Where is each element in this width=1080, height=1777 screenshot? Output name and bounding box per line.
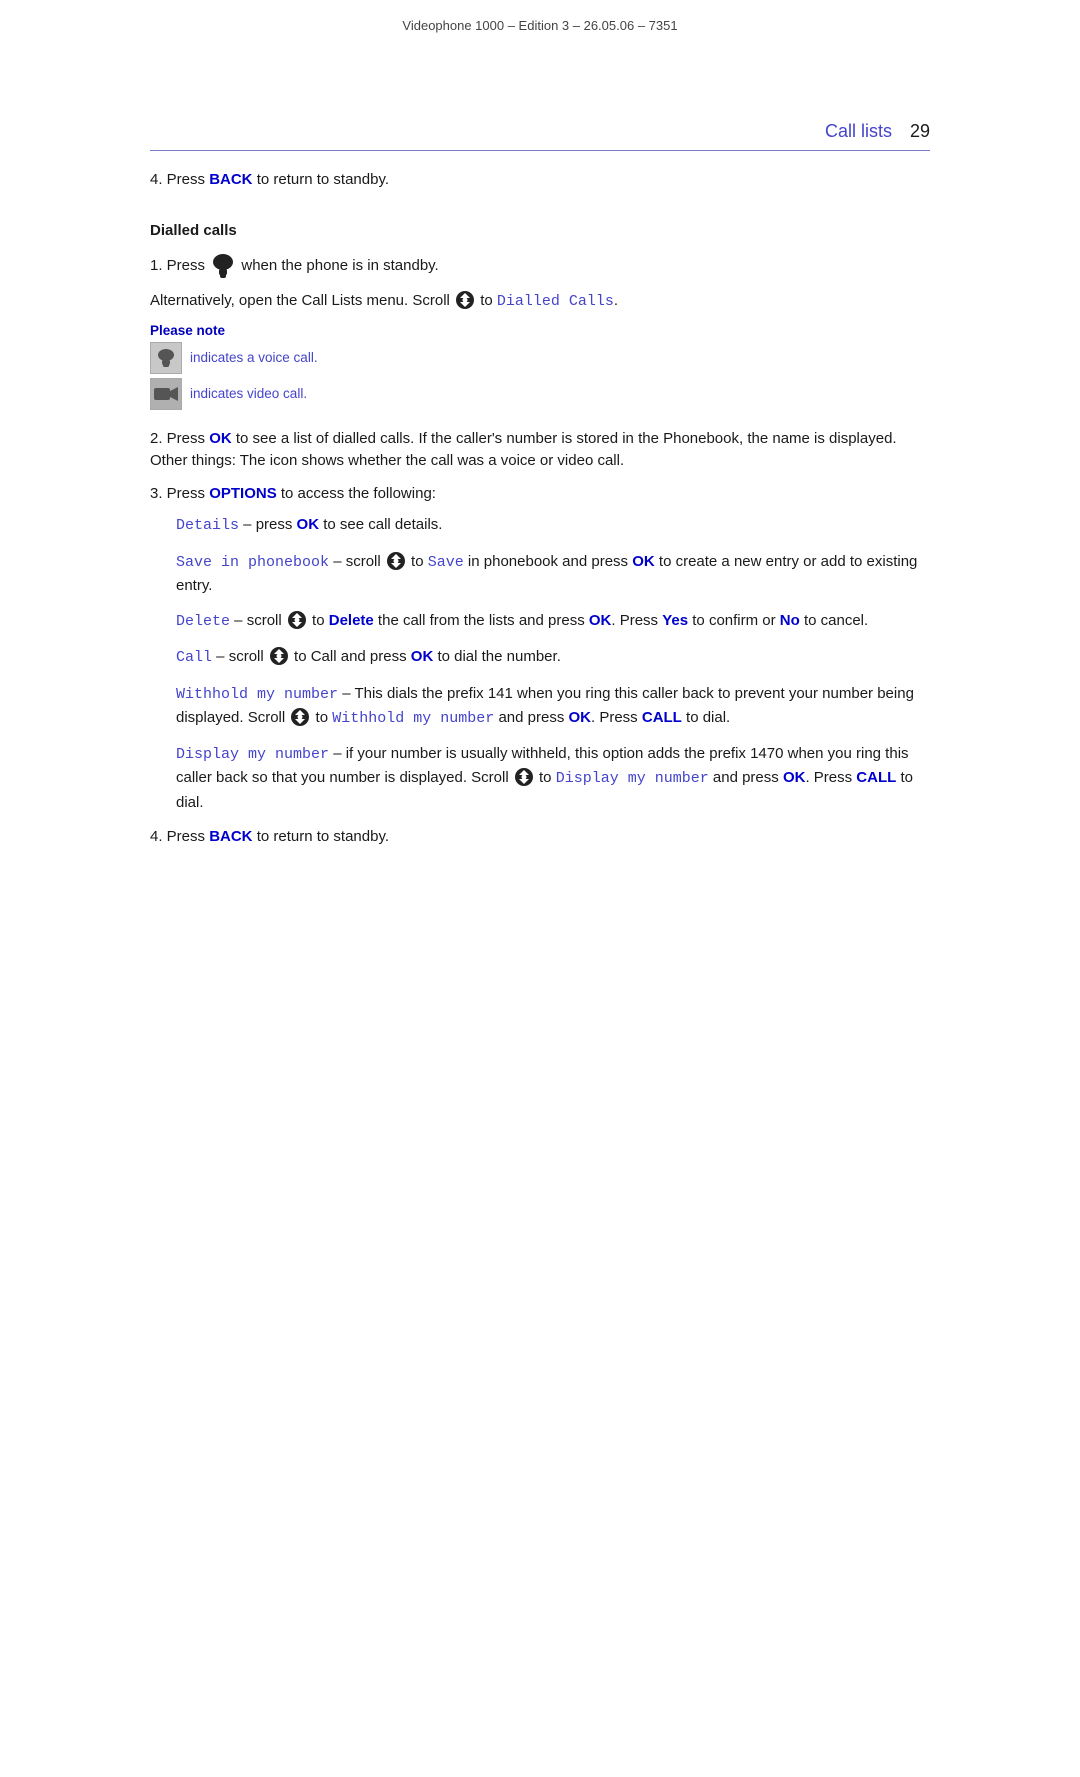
ok-display: OK bbox=[783, 769, 806, 786]
section-title: Call lists bbox=[825, 121, 892, 142]
ok-call: OK bbox=[411, 648, 434, 665]
back-keyword-top: BACK bbox=[209, 171, 252, 188]
video-call-icon bbox=[150, 378, 182, 410]
step-3-content: 3. Press OPTIONS to access the following… bbox=[150, 483, 930, 506]
option-delete: Delete – scroll to Delete the call from … bbox=[176, 609, 930, 633]
ok-details: OK bbox=[297, 516, 320, 533]
display-mono: Display my number bbox=[176, 746, 329, 763]
step-1-content: 1. Press when the phone is in standby. A… bbox=[150, 253, 930, 414]
page-number: 29 bbox=[910, 121, 930, 142]
option-withhold: Withhold my number – This dials the pref… bbox=[176, 682, 930, 731]
content-area: 4. Press BACK to return to standby. Dial… bbox=[150, 169, 930, 848]
page-header: Videophone 1000 – Edition 3 – 26.05.06 –… bbox=[150, 18, 930, 41]
step-1: 1. Press when the phone is in standby. A… bbox=[150, 253, 930, 414]
step-4-bottom-content: 4. Press BACK to return to standby. bbox=[150, 826, 930, 849]
scroll-icon-display bbox=[513, 766, 535, 788]
dialled-calls-title: Dialled calls bbox=[150, 222, 237, 239]
withhold-mono: Withhold my number bbox=[176, 686, 338, 703]
ok-delete: OK bbox=[589, 612, 612, 629]
delete-keyword: Delete bbox=[329, 612, 374, 629]
dialled-calls-mono: Dialled Calls bbox=[497, 293, 614, 310]
video-call-text: indicates video call. bbox=[190, 386, 307, 401]
scroll-icon-delete bbox=[286, 609, 308, 631]
display-mono-2: Display my number bbox=[556, 770, 709, 787]
call-mono: Call bbox=[176, 649, 212, 666]
scroll-icon-withhold bbox=[289, 706, 311, 728]
step-4-bottom: 4. Press BACK to return to standby. bbox=[150, 826, 930, 849]
step-1-text: 1. Press when the phone is in standby. bbox=[150, 257, 439, 274]
options-block: Details – press OK to see call details. … bbox=[176, 513, 930, 814]
yes-keyword: Yes bbox=[662, 612, 688, 629]
step-3-text: 3. Press OPTIONS to access the following… bbox=[150, 485, 436, 502]
delete-mono: Delete bbox=[176, 613, 230, 630]
ok-save: OK bbox=[632, 553, 655, 570]
option-call: Call – scroll to Call and press OK to di… bbox=[176, 645, 930, 669]
dialled-calls-heading: Dialled calls bbox=[150, 222, 930, 239]
step-2-text: 2. Press OK to see a list of dialled cal… bbox=[150, 430, 897, 470]
ok-withhold: OK bbox=[569, 709, 592, 726]
section-header: Call lists 29 bbox=[150, 121, 930, 151]
save-phonebook-mono: Save in phonebook bbox=[176, 554, 329, 571]
no-keyword: No bbox=[780, 612, 800, 629]
back-keyword-bottom: BACK bbox=[209, 828, 252, 845]
withhold-mono-2: Withhold my number bbox=[332, 710, 494, 727]
call-withhold: CALL bbox=[642, 709, 682, 726]
option-details: Details – press OK to see call details. bbox=[176, 513, 930, 537]
note-voice-row: indicates a voice call. bbox=[150, 342, 930, 374]
step-1-alt: Alternatively, open the Call Lists menu.… bbox=[150, 289, 930, 313]
header-text: Videophone 1000 – Edition 3 – 26.05.06 –… bbox=[402, 18, 677, 33]
step-3: 3. Press OPTIONS to access the following… bbox=[150, 483, 930, 506]
details-mono: Details bbox=[176, 517, 239, 534]
scroll-icon-1 bbox=[454, 289, 476, 311]
please-note-label: Please note bbox=[150, 323, 930, 338]
note-video-row: indicates video call. bbox=[150, 378, 930, 410]
voice-call-text: indicates a voice call. bbox=[190, 350, 318, 365]
step-4-bottom-text: 4. Press BACK to return to standby. bbox=[150, 828, 389, 845]
step-4-top-text: 4. Press BACK to return to standby. bbox=[150, 171, 389, 188]
step-2: 2. Press OK to see a list of dialled cal… bbox=[150, 428, 930, 473]
step-4-top: 4. Press BACK to return to standby. bbox=[150, 169, 930, 192]
step-2-content: 2. Press OK to see a list of dialled cal… bbox=[150, 428, 930, 473]
save-mono: Save bbox=[428, 554, 464, 571]
option-save: Save in phonebook – scroll to Save in ph… bbox=[176, 550, 930, 598]
voice-call-icon bbox=[150, 342, 182, 374]
option-display: Display my number – if your number is us… bbox=[176, 742, 930, 814]
scroll-icon-call bbox=[268, 645, 290, 667]
ok-keyword-1: OK bbox=[209, 430, 232, 447]
call-display: CALL bbox=[856, 769, 896, 786]
options-keyword: OPTIONS bbox=[209, 485, 277, 502]
step-4-top-content: 4. Press BACK to return to standby. bbox=[150, 169, 930, 192]
scroll-icon-save bbox=[385, 550, 407, 572]
phone-icon bbox=[209, 252, 237, 280]
